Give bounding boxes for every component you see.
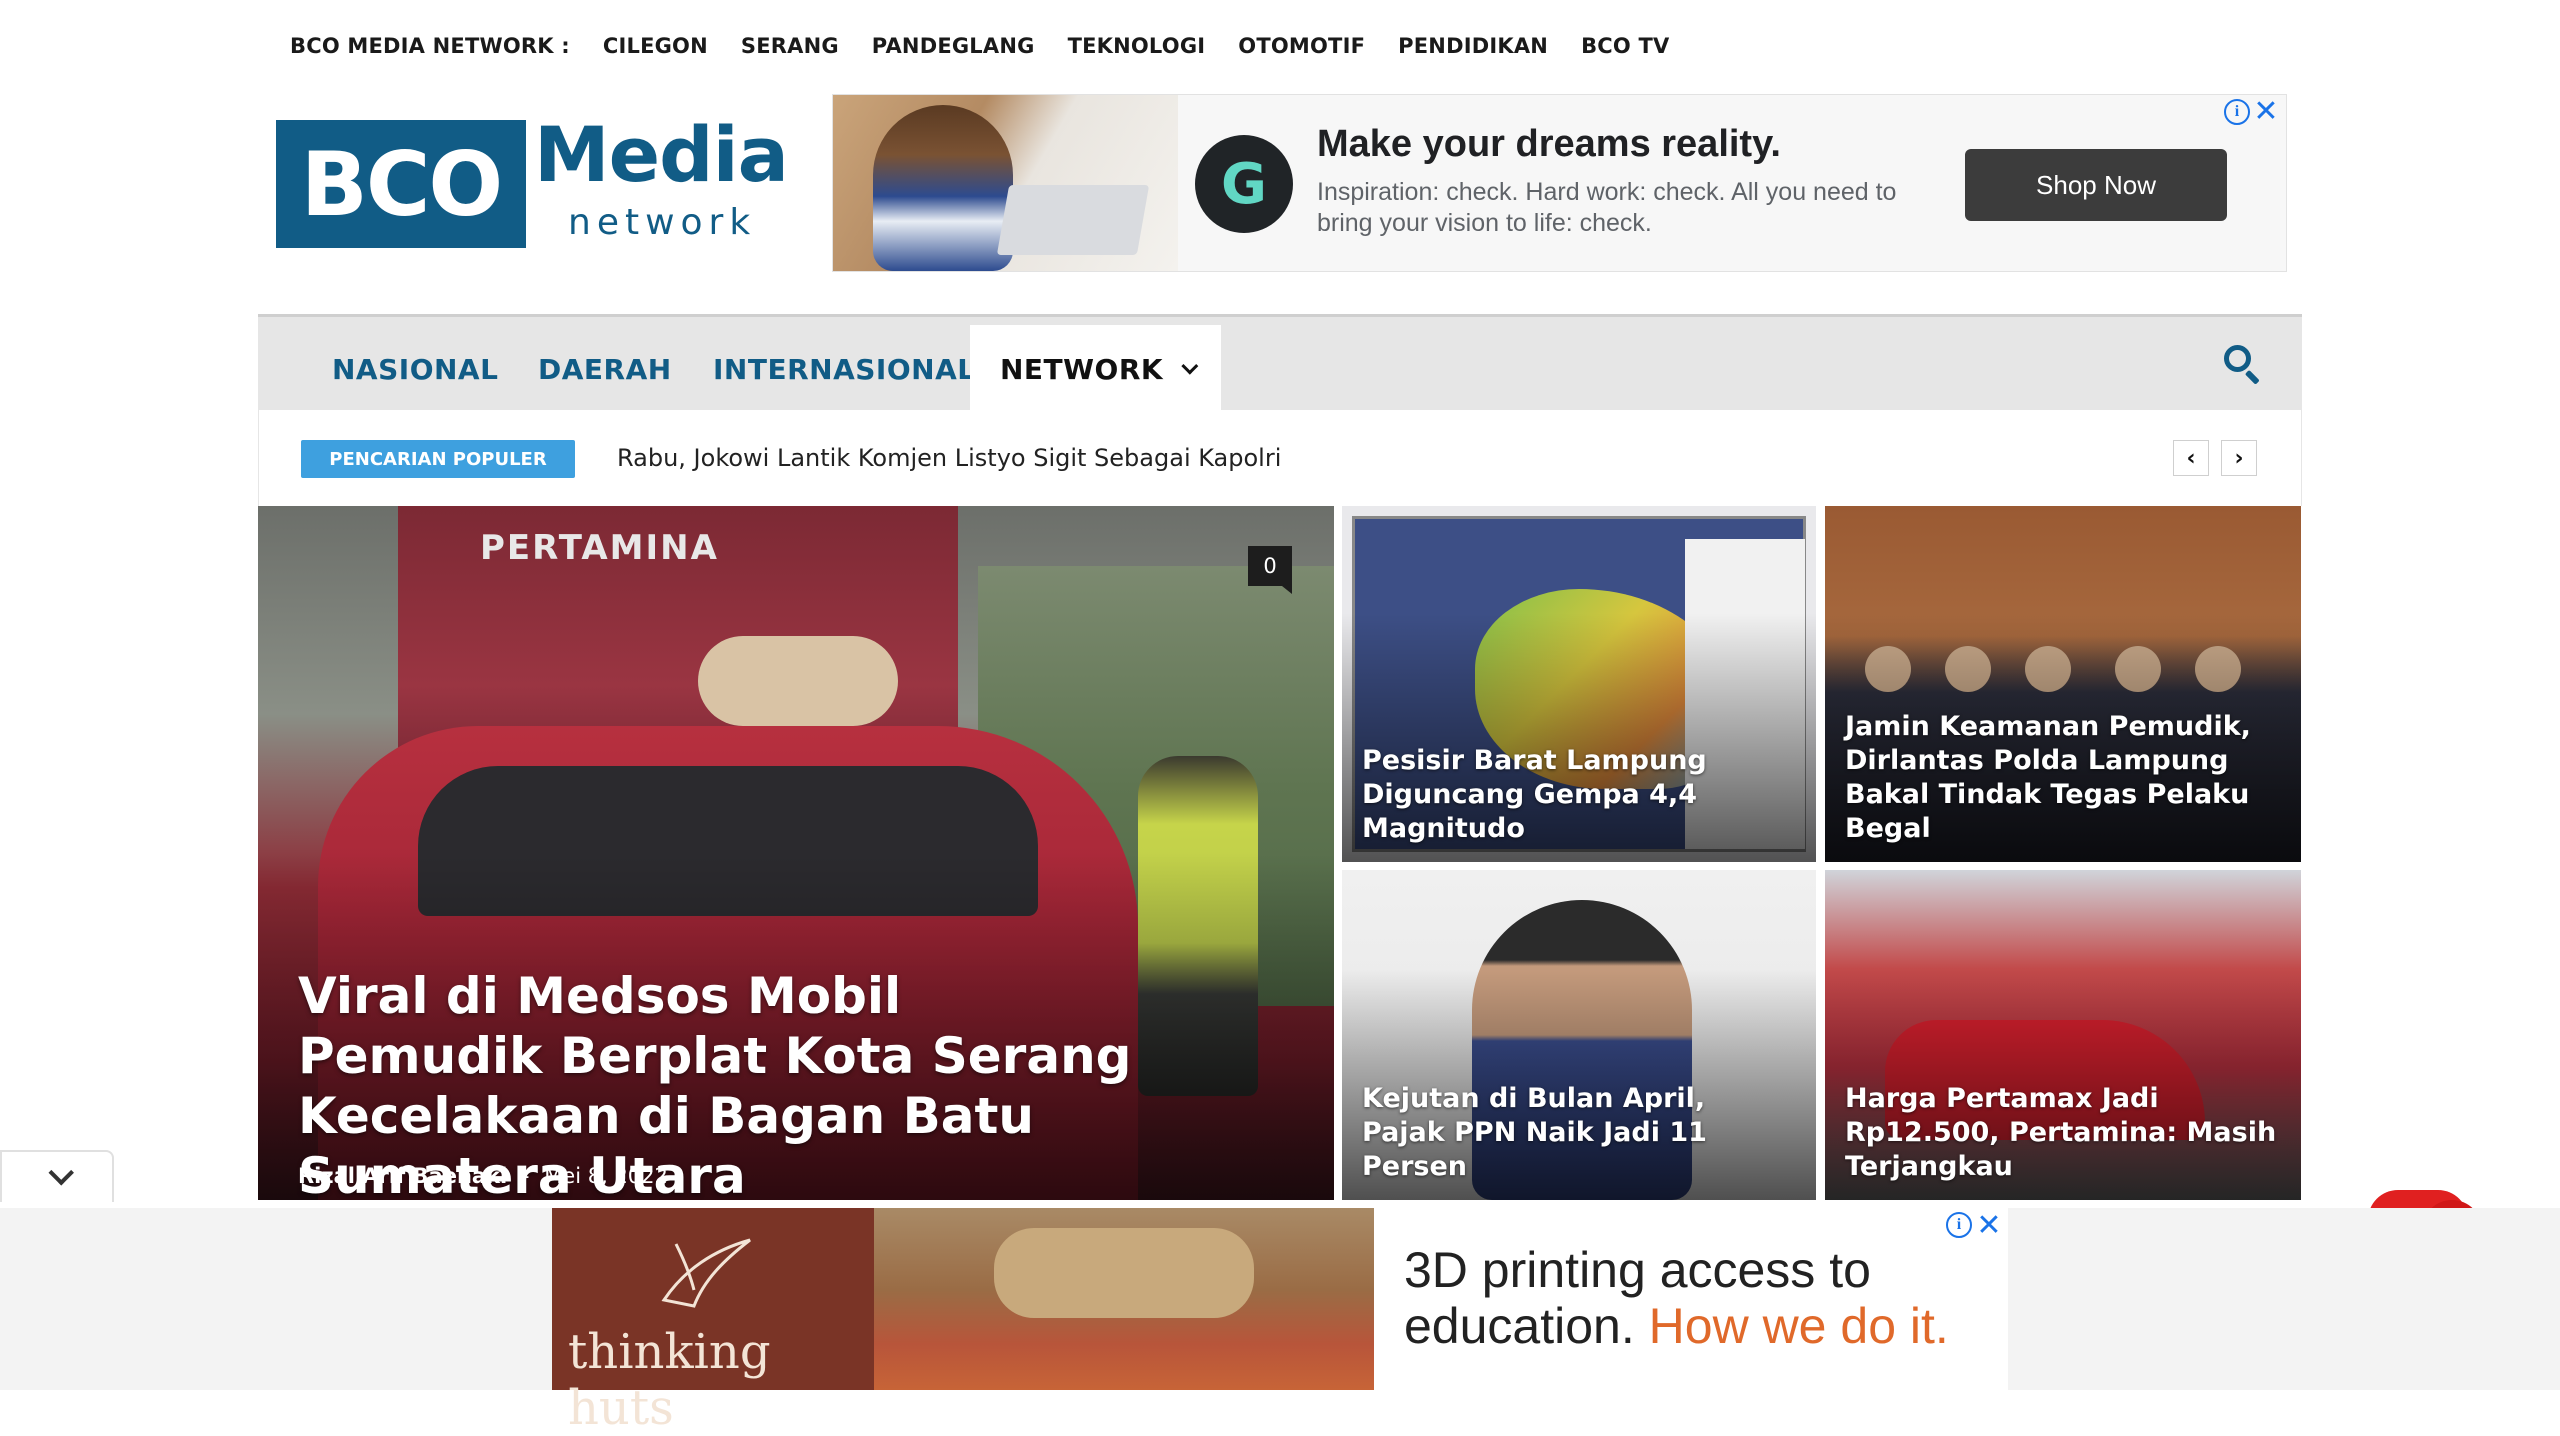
article-image-cargo [698, 636, 898, 726]
bottom-ad-hut-image [994, 1228, 1254, 1318]
main-nav: NASIONAL DAERAH INTERNASIONAL NETWORK [258, 314, 2302, 413]
chevron-down-icon [1181, 357, 1199, 375]
nav-item-nasional[interactable]: NASIONAL [332, 325, 498, 413]
ad-close-icon[interactable]: ✕ [2252, 94, 2280, 129]
ad-info-icon[interactable]: i [1946, 1212, 1972, 1238]
ad-info-icon[interactable]: i [2224, 99, 2250, 125]
ticker-next-button[interactable]: › [2221, 440, 2257, 476]
bottom-ad-copy-line2: education. [1404, 1298, 1635, 1354]
network-link-serang[interactable]: SERANG [741, 34, 839, 58]
comment-count-badge[interactable]: 0 [1248, 546, 1292, 594]
ad-body-text: Inspiration: check. Hard work: check. Al… [1317, 178, 1897, 237]
trending-label: PENCARIAN POPULER [301, 440, 575, 478]
ad-shop-now-button[interactable]: Shop Now [1965, 149, 2227, 221]
featured-article-title[interactable]: Harga Pertamax Jadi Rp12.500, Pertamina:… [1845, 1082, 2281, 1184]
featured-article-tile[interactable]: Harga Pertamax Jadi Rp12.500, Pertamina:… [1825, 870, 2301, 1200]
featured-article-tile[interactable]: Pesisir Barat Lampung Diguncang Gempa 4,… [1342, 506, 1816, 862]
chevron-down-icon [48, 1160, 74, 1186]
nav-item-daerah[interactable]: DAERAH [538, 325, 672, 413]
featured-article-title[interactable]: Jamin Keamanan Pemudik, Dirlantas Polda … [1845, 710, 2281, 846]
nav-item-network[interactable]: NETWORK [970, 325, 1222, 413]
ad-laptop-image [996, 185, 1150, 255]
logo-media-text: Media [534, 110, 789, 199]
article-author[interactable]: Rizal Arif Baehaki [298, 1164, 507, 1188]
featured-article-tile[interactable]: Kejutan di Bulan April, Pajak PPN Naik J… [1342, 870, 1816, 1200]
network-link-pandeglang[interactable]: PANDEGLANG [872, 34, 1035, 58]
article-meta: Rizal Arif Baehaki - Mei 8, 2022 [298, 1164, 668, 1188]
ad-headline: Make your dreams reality. [1317, 123, 1781, 165]
logo-network-text: network [568, 202, 757, 243]
featured-article-title[interactable]: Kejutan di Bulan April, Pajak PPN Naik J… [1362, 1082, 1796, 1184]
ticker-prev-button[interactable]: ‹ [2173, 440, 2209, 476]
article-date: Mei 8, 2022 [544, 1164, 668, 1188]
bottom-ad-copy-highlight[interactable]: How we do it. [1649, 1298, 1949, 1354]
featured-article-title[interactable]: Pesisir Barat Lampung Diguncang Gempa 4,… [1362, 744, 1796, 846]
network-link-otomotif[interactable]: OTOMOTIF [1238, 34, 1365, 58]
sticky-bottom-ad: thinking huts 3D printing access to educ… [0, 1208, 2560, 1436]
trending-ticker: PENCARIAN POPULER Rabu, Jokowi Lantik Ko… [258, 410, 2302, 506]
bottom-ad-brand-name: thinking huts [568, 1324, 771, 1436]
network-bar: BCO MEDIA NETWORK : CILEGON SERANG PANDE… [290, 28, 1702, 64]
ad-brand-logo-icon: G [1195, 135, 1293, 233]
featured-article-tile[interactable]: Jamin Keamanan Pemudik, Dirlantas Polda … [1825, 506, 2301, 862]
ad-photo [833, 95, 1178, 271]
site-logo[interactable]: BCO Media network [276, 110, 789, 250]
ad-collapse-button[interactable] [0, 1150, 114, 1202]
meta-separator: - [521, 1164, 530, 1188]
network-link-teknologi[interactable]: TEKNOLOGI [1068, 34, 1206, 58]
article-image-text: PERTAMINA [480, 528, 719, 568]
trending-headline[interactable]: Rabu, Jokowi Lantik Komjen Listyo Sigit … [617, 444, 1281, 472]
network-link-cilegon[interactable]: CILEGON [603, 34, 708, 58]
bottom-ad-copy-line1: 3D printing access to [1404, 1242, 1871, 1298]
nav-item-network-label: NETWORK [1000, 352, 1164, 386]
featured-main-article[interactable]: PERTAMINA 0 Viral di Medsos Mobil Pemudi… [258, 506, 1334, 1200]
bottom-ad-creative[interactable]: thinking huts 3D printing access to educ… [552, 1208, 2008, 1436]
bottom-ad-brand-panel: thinking huts [552, 1208, 874, 1436]
network-link-pendidikan[interactable]: PENDIDIKAN [1398, 34, 1548, 58]
header-ad[interactable]: G Make your dreams reality. Inspiration:… [832, 94, 2287, 272]
search-icon[interactable] [2224, 345, 2264, 385]
nav-item-internasional[interactable]: INTERNASIONAL [713, 325, 976, 413]
bottom-ad-scene-image [874, 1208, 1374, 1390]
logo-bco-mark: BCO [276, 120, 526, 248]
bottom-ad-copy: 3D printing access to education. How we … [1404, 1242, 1949, 1354]
ad-close-icon[interactable]: ✕ [1974, 1208, 2004, 1243]
bird-logo-icon [661, 1238, 751, 1308]
ad-person-image [873, 105, 1013, 271]
network-bar-label: BCO MEDIA NETWORK : [290, 34, 570, 58]
network-link-bco-tv[interactable]: BCO TV [1581, 34, 1669, 58]
